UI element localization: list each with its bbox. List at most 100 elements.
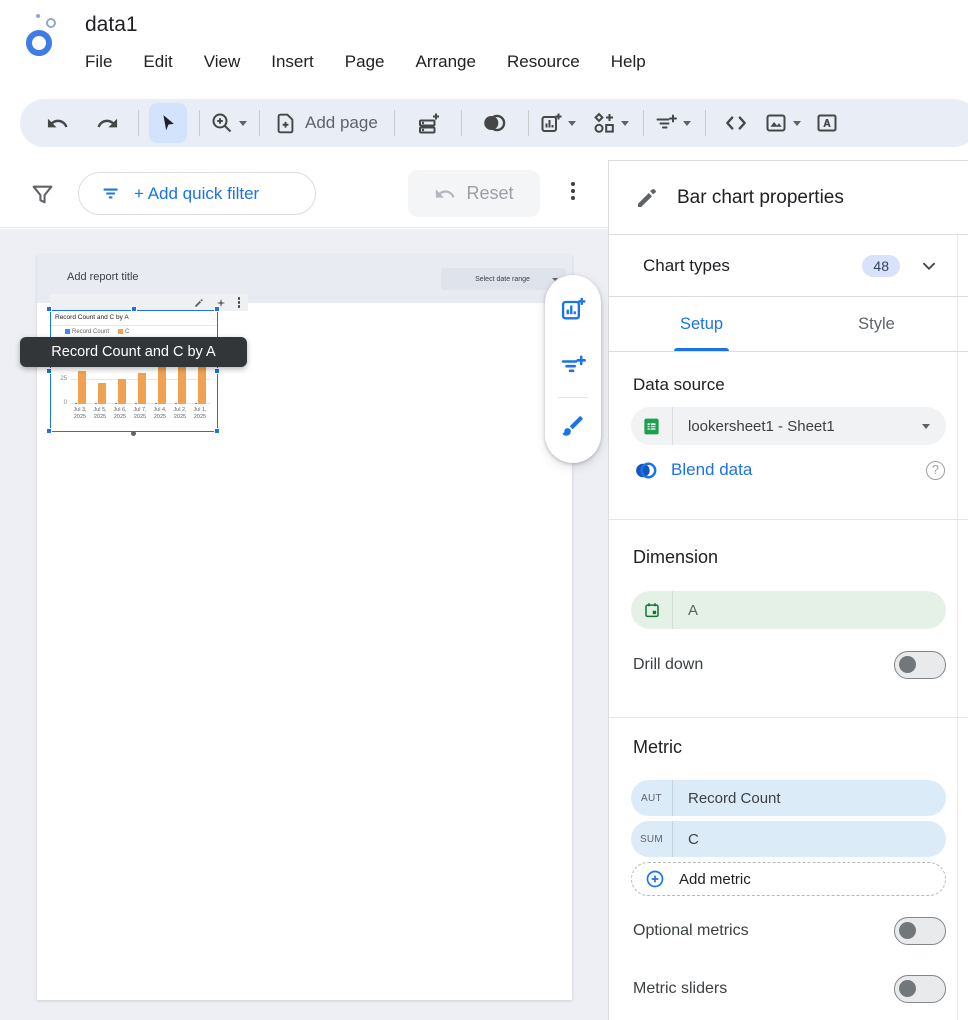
metric-sliders-toggle[interactable] <box>894 975 946 1003</box>
zoom-caret-icon <box>239 121 247 126</box>
chart-types-label: Chart types <box>643 256 862 276</box>
edit-pencil-icon[interactable] <box>194 298 204 308</box>
selection-handle[interactable] <box>46 368 52 374</box>
filter-bar-more-button[interactable] <box>571 182 575 200</box>
y-tick-label: 0 <box>64 400 67 406</box>
chart-bar <box>158 364 166 404</box>
menu-resource[interactable]: Resource <box>507 52 580 72</box>
legend-swatch <box>118 329 123 334</box>
add-text-button[interactable] <box>809 103 845 143</box>
embed-button[interactable] <box>716 103 756 143</box>
looker-studio-logo[interactable] <box>24 14 68 62</box>
menu-view[interactable]: View <box>204 52 241 72</box>
chart-bar <box>75 403 77 404</box>
tab-style[interactable]: Style <box>824 297 929 352</box>
fab-theme-button[interactable] <box>545 402 601 450</box>
add-chart-button[interactable] <box>539 103 576 143</box>
data-source-name: lookersheet1 - Sheet1 <box>673 418 917 435</box>
text-box-icon <box>815 111 839 135</box>
menu-insert[interactable]: Insert <box>271 52 314 72</box>
toolbar-divider <box>461 110 462 136</box>
selection-handle[interactable] <box>214 368 220 374</box>
data-source-caret-icon <box>922 424 930 429</box>
blend-icon <box>481 110 507 136</box>
legend-item: C <box>118 329 129 335</box>
dimension-icon-zone <box>631 591 673 629</box>
toolbar-divider <box>643 110 644 136</box>
blend-data-button[interactable] <box>472 103 516 143</box>
chart-types-count-badge: 48 <box>862 255 900 277</box>
x-tick-label: Jul 6,2025 <box>110 407 130 420</box>
help-icon[interactable]: ? <box>926 461 945 480</box>
dimension-field-chip[interactable]: A <box>631 591 946 629</box>
add-control-button[interactable] <box>592 103 629 143</box>
selection-handle[interactable] <box>214 306 220 312</box>
mini-chart-xlabels: Jul 3,2025Jul 5,2025Jul 6,2025Jul 7,2025… <box>70 407 210 420</box>
add-chart-icon <box>559 295 587 323</box>
metric-agg-zone: SUM <box>631 821 673 857</box>
metric-chip-c[interactable]: SUM C <box>631 821 946 857</box>
dimension-label: Dimension <box>633 547 718 568</box>
select-tool-button[interactable] <box>149 103 187 143</box>
chart-bar <box>95 403 97 404</box>
zoom-tool-button[interactable] <box>210 103 247 143</box>
chart-column <box>130 373 150 404</box>
add-image-button[interactable] <box>764 103 801 143</box>
metric-chip-record-count[interactable]: AUT Record Count <box>631 780 946 816</box>
quick-filter-bar: + Add quick filter Reset <box>0 160 608 228</box>
report-name[interactable]: data1 <box>85 13 138 37</box>
menu-help[interactable]: Help <box>611 52 646 72</box>
drag-handle[interactable] <box>131 431 136 436</box>
menu-file[interactable]: File <box>85 52 112 72</box>
agg-badge: SUM <box>640 834 663 845</box>
fab-add-control-button[interactable] <box>545 337 601 393</box>
chart-more-button[interactable] <box>238 297 241 308</box>
add-metric-label: Add metric <box>679 871 751 888</box>
blend-data-link[interactable]: Blend data <box>671 460 913 480</box>
kebab-dot <box>571 189 575 193</box>
google-sheets-icon <box>642 417 661 436</box>
zoom-icon <box>210 111 234 135</box>
undo-button[interactable] <box>38 103 76 143</box>
selection-handle[interactable] <box>214 428 220 434</box>
fab-add-chart-button[interactable] <box>545 281 601 337</box>
legend-item: Record Count <box>65 329 109 335</box>
selection-handle[interactable] <box>46 428 52 434</box>
legend-label: C <box>125 329 129 335</box>
add-filter-button[interactable] <box>654 103 691 143</box>
dimension-field-name: A <box>673 602 946 619</box>
funnel-icon[interactable] <box>30 182 55 207</box>
chart-bar <box>115 403 117 404</box>
add-page-button[interactable]: Add page <box>274 103 378 143</box>
panel-scrollbar[interactable] <box>957 235 958 1020</box>
metric-sliders-label: Metric sliders <box>633 980 894 998</box>
date-range-label: Select date range <box>453 276 552 283</box>
redo-button[interactable] <box>88 103 126 143</box>
chart-legend: Record Count C <box>51 326 217 337</box>
chart-types-row[interactable]: Chart types 48 <box>609 235 968 297</box>
selection-handle[interactable] <box>46 306 52 312</box>
blend-icon[interactable] <box>633 458 658 483</box>
chevron-down-icon[interactable] <box>918 255 940 277</box>
bar-chart-widget[interactable]: Record Count and C by A Record CountC 02… <box>50 310 218 432</box>
menu-edit[interactable]: Edit <box>143 52 172 72</box>
add-metric-button[interactable]: Add metric <box>631 862 946 896</box>
drill-down-toggle[interactable] <box>894 651 946 679</box>
selection-handle[interactable] <box>131 306 137 312</box>
metric-name: Record Count <box>673 790 946 807</box>
add-quick-filter-button[interactable]: + Add quick filter <box>78 172 316 215</box>
properties-panel: Bar chart properties Chart types 48 Setu… <box>608 161 968 1020</box>
x-tick-label: Jul 2,2025 <box>170 407 190 420</box>
tab-setup[interactable]: Setup <box>649 297 754 352</box>
add-quick-filter-label: + Add quick filter <box>134 184 259 204</box>
data-source-selector[interactable]: lookersheet1 - Sheet1 <box>631 407 946 445</box>
menu-arrange[interactable]: Arrange <box>415 52 475 72</box>
menu-page[interactable]: Page <box>345 52 385 72</box>
report-title-placeholder[interactable]: Add report title <box>67 271 139 283</box>
add-control-icon <box>592 111 616 135</box>
add-data-button[interactable] <box>409 103 449 143</box>
optional-metrics-toggle[interactable] <box>894 917 946 945</box>
reset-button[interactable]: Reset <box>408 170 540 217</box>
x-tick-label: Jul 3,2025 <box>70 407 90 420</box>
chart-column <box>90 383 110 404</box>
